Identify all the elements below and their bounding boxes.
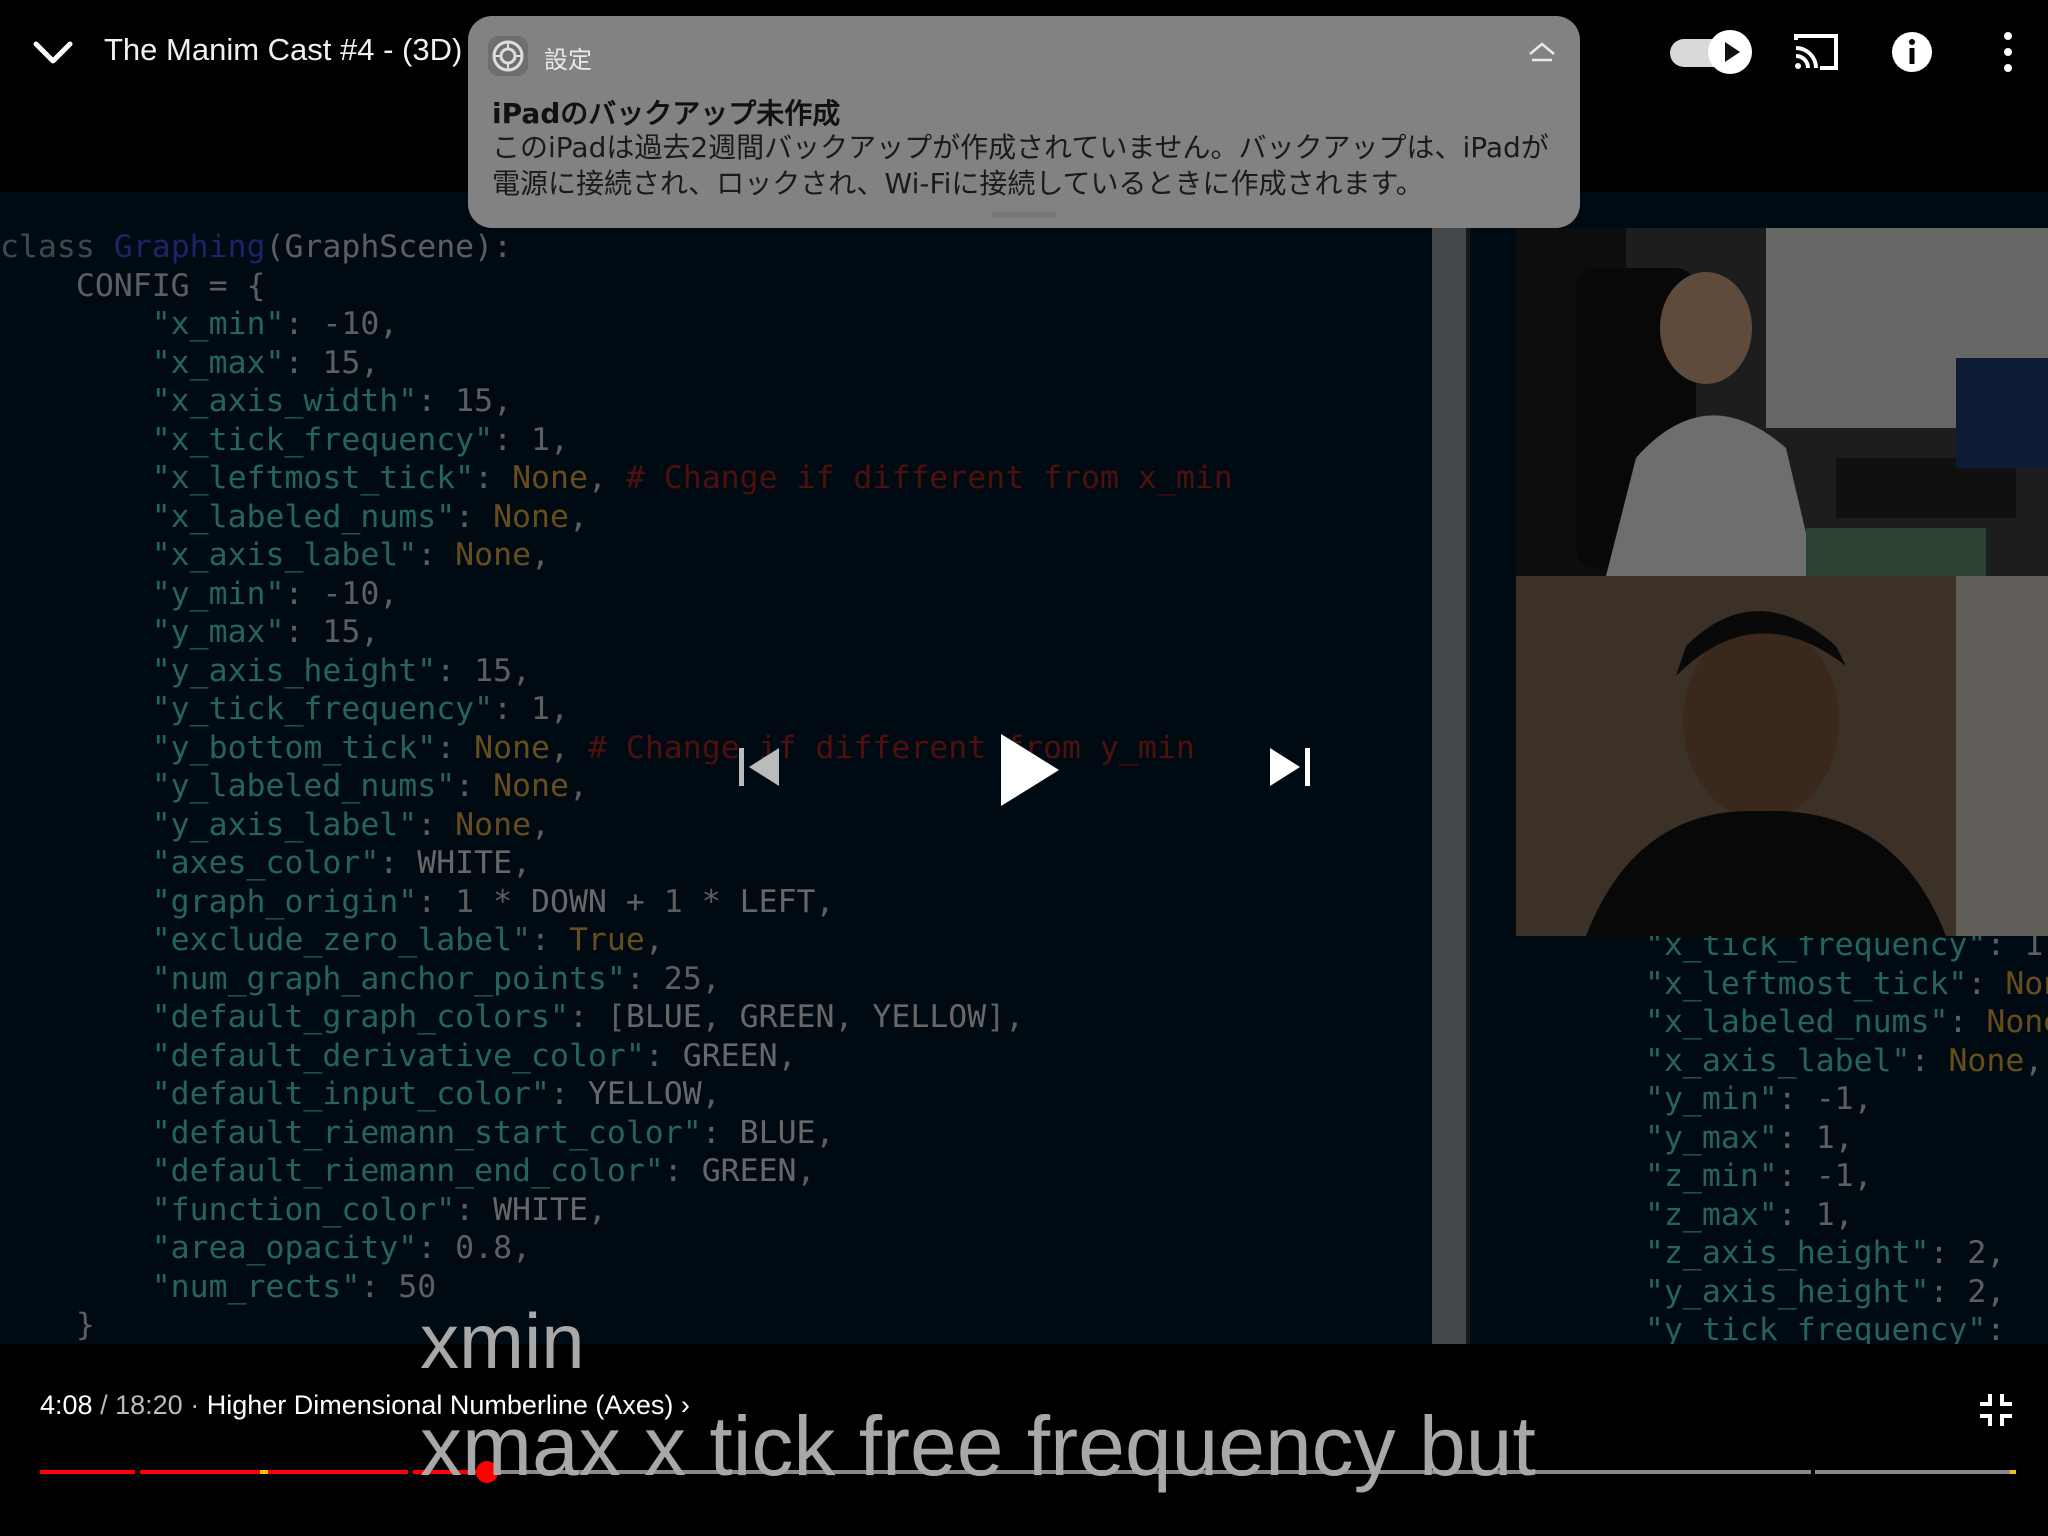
autoplay-toggle-icon bbox=[1708, 30, 1752, 74]
progress-chapter-marker bbox=[2010, 1470, 2016, 1474]
caption-line-2: xmax x tick free frequency but bbox=[420, 1399, 1536, 1493]
progress-chapter-segment bbox=[140, 1470, 260, 1474]
notification-title: iPadのバックアップ未作成 bbox=[492, 97, 841, 130]
notification-body: このiPadは過去2週間バックアップが作成されていません。バックアップは、iPa… bbox=[492, 131, 1549, 200]
autoplay-toggle[interactable] bbox=[1670, 30, 1752, 74]
info-icon[interactable] bbox=[1890, 30, 1934, 74]
time-separator: / bbox=[100, 1390, 108, 1420]
skip-next-icon[interactable] bbox=[1264, 742, 1314, 792]
chevron-down-icon[interactable] bbox=[28, 28, 78, 78]
more-vertical-icon[interactable] bbox=[1990, 28, 2026, 76]
current-time: 4:08 bbox=[40, 1390, 93, 1420]
play-icon[interactable] bbox=[995, 730, 1065, 810]
notification-app-name: 設定 bbox=[544, 46, 592, 74]
video-frame[interactable]: class Graphing(GraphScene): CONFIG = { "… bbox=[0, 192, 2048, 1344]
progress-chapter-marker bbox=[260, 1470, 268, 1474]
exit-fullscreen-icon[interactable] bbox=[1978, 1392, 2014, 1428]
chapter-dot: · bbox=[190, 1390, 200, 1420]
caption-line-1: xmin bbox=[420, 1297, 585, 1385]
expand-icon[interactable] bbox=[1526, 40, 1558, 70]
cast-icon[interactable] bbox=[1792, 32, 1840, 72]
backup-notification[interactable]: 設定 iPadのバックアップ未作成 このiPadは過去2週間バックアップが作成さ… bbox=[468, 16, 1580, 228]
skip-previous-icon[interactable] bbox=[735, 742, 785, 792]
video-title: The Manim Cast #4 - (3D) bbox=[104, 32, 463, 67]
duration: 18:20 bbox=[115, 1390, 183, 1420]
settings-gear-icon bbox=[488, 36, 528, 76]
progress-unplayed bbox=[1815, 1470, 2011, 1474]
progress-chapter-segment bbox=[40, 1470, 135, 1474]
progress-chapter-segment bbox=[268, 1470, 408, 1474]
notification-grabber[interactable] bbox=[991, 212, 1057, 218]
